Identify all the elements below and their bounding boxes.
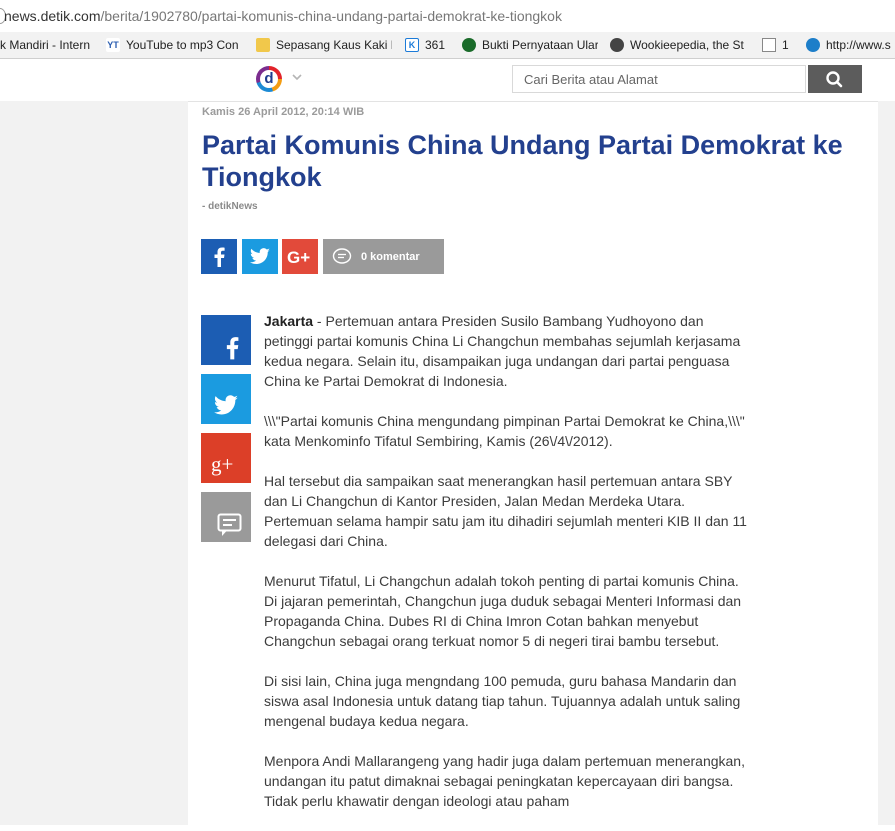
article-paragraph: Menpora Andi Mallarangeng yang hadir jug… [264,753,745,809]
address-bar[interactable]: news.detik.com/berita/1902780/partai-kom… [0,0,895,33]
bookmark-http[interactable]: http://www.s [806,36,895,54]
article-body: Jakarta - Pertemuan antara Presiden Susi… [264,311,754,831]
bookmark-label: Sepasang Kaus Kaki H [276,38,392,52]
article-paragraph: Menurut Tifatul, Li Changchun adalah tok… [264,573,742,649]
share-google-plus-button[interactable]: G+ [282,239,318,274]
bookmark-label: k Mandiri - Intern [0,38,91,52]
url-domain: news.detik.com [4,8,101,24]
share-facebook-button[interactable] [201,239,237,274]
bookmark-kaus-kaki[interactable]: Sepasang Kaus Kaki H [256,36,392,54]
side-share-facebook-button[interactable] [201,315,251,365]
side-comment-button[interactable] [201,492,251,542]
comment-bubble-icon [332,247,352,264]
google-plus-icon: g+ [211,452,233,476]
comment-count: 0 komentar [361,250,420,263]
url-path: /berita/1902780/partai-komunis-china-und… [100,8,562,24]
search-button[interactable] [808,65,862,93]
article-paragraph: Di sisi lain, China juga mengndang 100 p… [264,673,741,729]
left-gutter [0,101,188,825]
bookmark-label: 1 [782,38,789,52]
bookmarks-bar: k Mandiri - Intern YT YouTube to mp3 Con… [0,32,895,59]
page-icon [762,38,776,52]
facebook-icon [226,337,239,360]
folder-icon [256,38,270,52]
yt-mp3-icon: YT [106,38,120,52]
site-header: d [0,59,895,102]
k-icon: K [405,38,419,52]
article-title: Partai Komunis China Undang Partai Demok… [202,130,843,192]
bookmark-label: 361 [425,38,446,52]
bookmark-1[interactable]: 1 [762,36,798,54]
twitter-icon [213,395,238,415]
facebook-icon [214,247,225,267]
bookmark-label: YouTube to mp3 Con [126,38,239,52]
comment-button[interactable]: 0 komentar [323,239,444,274]
arabic-site-icon [462,38,476,52]
bookmark-361[interactable]: K 361 [405,36,451,54]
comment-icon [217,513,242,536]
article-source: - detikNews [202,201,258,212]
url-text[interactable]: news.detik.com/berita/1902780/partai-kom… [4,8,562,24]
article-date: Kamis 26 April 2012, 20:14 WIB [202,106,365,118]
side-share-google-plus-button[interactable]: g+ [201,433,251,483]
bookmark-label: Bukti Pernyataan Ular [482,38,598,52]
article-paragraph: Hal tersebut dia sampaikan saat menerang… [264,473,747,549]
bookmark-wookieepedia[interactable]: Wookieepedia, the St [610,36,750,54]
svg-text:g+: g+ [211,452,233,476]
search-input[interactable] [512,65,806,93]
bookmark-mandiri[interactable]: k Mandiri - Intern [0,36,92,54]
search-icon [826,71,843,88]
bookmark-bukti[interactable]: Bukti Pernyataan Ular [462,36,598,54]
wookieepedia-icon [610,38,624,52]
chevron-down-icon[interactable] [291,71,303,83]
article-paragraph: \\\"Partai komunis China mengundang pimp… [264,413,745,449]
right-gutter [878,101,895,825]
svg-text:G+: G+ [287,248,310,266]
google-plus-icon: G+ [287,248,310,266]
article-lead: - Pertemuan antara Presiden Susilo Bamba… [264,313,741,389]
globe-icon [806,38,820,52]
detik-logo[interactable]: d [256,66,282,92]
twitter-icon [250,247,270,264]
bookmark-youtube-mp3[interactable]: YT YouTube to mp3 Con [106,36,242,54]
logo-letter: d [260,70,278,88]
bookmark-label: Wookieepedia, the St [630,38,744,52]
article-lead-paragraph: Jakarta - Pertemuan antara Presiden Susi… [264,311,754,391]
article-location: Jakarta [264,313,314,329]
bookmark-label: http://www.s [826,38,891,52]
share-twitter-button[interactable] [242,239,278,274]
side-share-twitter-button[interactable] [201,374,251,424]
